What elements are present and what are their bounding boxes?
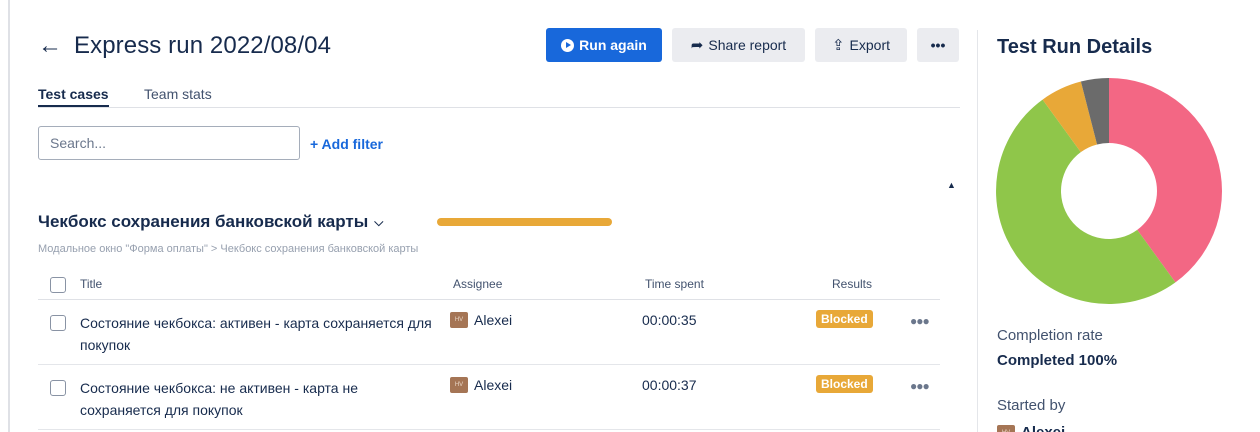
completion-rate-label: Completion rate [997,327,1103,344]
row-checkbox[interactable] [50,315,66,331]
table-row[interactable]: Состояние чекбокса: активен - карта сохр… [38,300,940,365]
tab-team-stats[interactable]: Team stats [144,86,212,102]
page-title: Express run 2022/08/04 [74,32,332,59]
time-spent: 00:00:35 [642,312,697,328]
started-by-name: Alexei [1021,424,1065,432]
share-report-label: Share report [708,37,787,53]
started-by-user: HV Alexei [997,424,1065,432]
assignee-name: Alexei [474,312,513,328]
tab-test-cases[interactable]: Test cases [38,86,109,107]
status-badge: Blocked [816,310,873,328]
assignee: HV Alexei [450,312,512,328]
export-button[interactable]: ⇪ Export [815,28,907,62]
more-icon: ••• [930,37,946,53]
avatar: HV [450,312,468,328]
table-header-row: Title Assignee Time spent Results [38,270,940,300]
more-button[interactable]: ••• [917,28,959,62]
run-again-button[interactable]: Run again [546,28,662,62]
started-by-label: Started by [997,397,1066,414]
assignee: HV Alexei [450,377,512,393]
column-results: Results [832,277,873,291]
test-case-title[interactable]: Состояние чекбокса: активен - карта сохр… [80,312,440,356]
avatar: HV [997,424,1015,432]
run-again-label: Run again [579,37,647,53]
tab-bar: Test cases Team stats [38,84,960,108]
chevron-down-icon[interactable]: ⌵ [374,215,383,230]
search-input[interactable] [38,126,300,160]
page-header: ← Express run 2022/08/04 Run again ➦ Sha… [38,28,960,64]
select-all-checkbox[interactable] [50,277,66,293]
arrow-left-icon[interactable]: ← [38,34,62,58]
column-title: Title [80,277,103,291]
share-icon: ➦ [690,36,704,54]
row-more-icon[interactable]: ●●● [910,314,930,328]
row-checkbox[interactable] [50,380,66,396]
table-row[interactable]: Состояние чекбокса: не активен - карта н… [38,365,940,430]
suite-header[interactable]: Чекбокс сохранения банковской карты ⌵ [38,212,383,232]
export-label: Export [849,37,891,53]
results-donut-chart [996,78,1222,304]
assignee-name: Alexei [474,377,513,393]
panel-divider [977,30,978,432]
side-panel-title: Test Run Details [997,36,1153,58]
completion-rate-value: Completed 100% [997,352,1118,369]
suite-breadcrumb: Модальное окно "Форма оплаты" > Чекбокс … [38,243,419,255]
row-more-icon[interactable]: ●●● [910,379,930,393]
scroll-up-icon[interactable]: ▲ [947,180,957,190]
suite-progress-bar [437,218,612,226]
test-cases-table: Title Assignee Time spent Results Состоя… [38,270,940,430]
column-assignee: Assignee [453,277,503,291]
avatar: HV [450,377,468,393]
upload-icon: ⇪ [831,36,845,54]
status-badge: Blocked [816,375,873,393]
title-area: ← Express run 2022/08/04 [38,28,331,64]
add-filter-link[interactable]: + Add filter [310,136,383,152]
suite-title: Чекбокс сохранения банковской карты [38,212,369,231]
play-icon [561,38,575,52]
share-report-button[interactable]: ➦ Share report [672,28,805,62]
test-case-title[interactable]: Состояние чекбокса: не активен - карта н… [80,377,440,421]
column-time-spent: Time spent [645,277,704,291]
time-spent: 00:00:37 [642,377,697,393]
left-rule [8,0,10,432]
